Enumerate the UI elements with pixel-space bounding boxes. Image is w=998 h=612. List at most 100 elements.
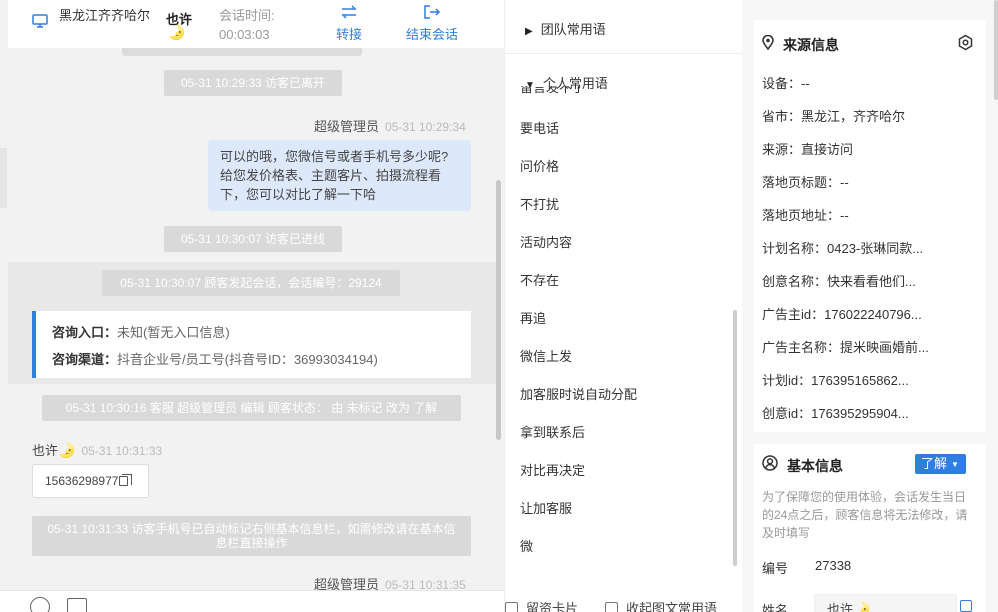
name-label: 姓名 <box>762 603 789 612</box>
source-info-row: 落地页地址：-- <box>762 208 849 223</box>
source-info-row: 省市：黑龙江，齐齐哈尔 <box>762 109 906 124</box>
status-tag-dropdown[interactable]: 了解 ▼ <box>915 454 966 474</box>
phrase-item[interactable]: 加客服时说自动分配 <box>520 384 637 403</box>
message-list[interactable]: 05-31 10:29:33 访客已离开 超级管理员 05-31 10:29:34… <box>8 48 496 590</box>
phone-message[interactable]: 15636298977 <box>32 464 149 498</box>
user-icon <box>762 455 778 474</box>
nickname-emoji: 🌛 <box>168 24 186 40</box>
source-info-title: 来源信息 <box>762 34 839 55</box>
end-session-label: 结束会话 <box>406 27 459 42</box>
source-info-row: 计划名称：0423-张琳同款... <box>762 241 924 256</box>
lead-card-button[interactable]: 留资卡片 <box>505 598 578 612</box>
edit-icon[interactable] <box>960 600 972 612</box>
chat-panel: 黑龙江齐齐哈尔 也许 🌛 会话时间: 00:03:03 转接 结束会话 05-3… <box>0 0 504 612</box>
system-message-left: 05-31 10:29:33 访客已离开 <box>164 70 342 96</box>
agent-sender-2: 超级管理员 05-31 10:31:35 <box>314 574 466 590</box>
end-session-button[interactable]: 结束会话 <box>406 4 458 43</box>
info-scrollbar[interactable] <box>994 0 998 100</box>
consult-info-card: 咨询入口：未知(暂无入口信息) 咨询渠道：抖音企业号/员工号(抖音号ID：369… <box>32 311 471 378</box>
source-info-row: 计划id：176395165862... <box>762 373 909 388</box>
system-message-phone: 05-31 10:31:33 访客手机号已自动标记右侧基本信息栏，如需修改请在基… <box>32 516 471 556</box>
name-emoji: 🌛 <box>853 601 871 612</box>
source-info-row: 设备：-- <box>762 76 810 91</box>
agent-message-bubble: 可以的哦，您微信号或者手机号多少呢?给您发价格表、主题客片、拍摄流程看下，您可以… <box>208 140 471 211</box>
card-icon <box>505 602 518 612</box>
left-edge-strip <box>0 148 7 208</box>
target-icon[interactable] <box>957 34 974 54</box>
chat-toolbar <box>0 590 504 612</box>
system-message-start: 05-31 10:30:07 顾客发起会话，会话编号：29124 <box>102 270 400 296</box>
channel-value: 抖音企业号/员工号(抖音号ID：36993034194) <box>117 352 378 367</box>
system-message-enter: 05-31 10:30:07 访客已进线 <box>164 226 342 252</box>
source-info-title-text: 来源信息 <box>783 37 839 53</box>
copy-icon[interactable] <box>119 474 133 486</box>
phrases-scrollbar[interactable] <box>733 310 737 566</box>
phrase-item[interactable]: 再追 <box>520 308 546 327</box>
agent-timestamp: 05-31 10:29:34 <box>385 120 466 134</box>
transfer-label: 转接 <box>336 27 363 42</box>
chat-scrollbar[interactable] <box>496 180 501 440</box>
visitor-sender: 也许🌛 05-31 10:31:33 <box>32 440 162 459</box>
session-time-label: 会话时间: <box>219 8 275 23</box>
team-phrases-group[interactable]: ▶ 团队常用语 <box>525 19 606 38</box>
chat-header: 黑龙江齐齐哈尔 也许 🌛 会话时间: 00:03:03 转接 结束会话 <box>8 0 504 48</box>
edit-notice: 为了保障您的使用体验，会话发生当日的24点之后，顾客信息将无法修改，请及时填写 <box>762 490 968 540</box>
phrase-item-clipped[interactable]: 留言发不了 <box>520 86 620 96</box>
phrase-item[interactable]: 微 <box>520 536 533 555</box>
entry-label: 咨询入口： <box>52 325 118 340</box>
collapse-phrases-button[interactable]: 收起图文常用语 <box>605 598 717 612</box>
agent-timestamp-2: 05-31 10:31:35 <box>385 578 466 590</box>
phrase-item[interactable]: 拿到联系后 <box>520 422 585 441</box>
collapse-phrases-label: 收起图文常用语 <box>626 601 718 612</box>
phrases-footer: 留资卡片 收起图文常用语 <box>505 594 742 612</box>
name-value: 也许 <box>827 602 854 612</box>
entry-value: 未知(暂无入口信息) <box>117 325 230 340</box>
phrase-item-clipped-label: 留言发不了 <box>520 86 586 95</box>
number-label: 编号 <box>762 561 789 576</box>
phrase-item[interactable]: 不打扰 <box>520 194 559 213</box>
previous-message-tail <box>122 48 362 56</box>
name-field[interactable]: 也许🌛 <box>814 594 957 612</box>
visitor-timestamp: 05-31 10:31:33 <box>81 444 163 458</box>
phrase-item[interactable]: 微信上发 <box>520 346 572 365</box>
transfer-button[interactable]: 转接 <box>336 4 362 43</box>
status-tag-label: 了解 <box>921 456 948 471</box>
basic-info-panel: 基本信息 了解 ▼ 为了保障您的使用体验，会话发生当日的24点之后，顾客信息将无法… <box>754 444 986 612</box>
phrase-item[interactable]: 要电话 <box>520 118 559 137</box>
source-info-row: 落地页标题：-- <box>762 175 849 190</box>
phone-number: 15636298977 <box>45 474 119 488</box>
transfer-icon <box>336 4 362 24</box>
phrase-item[interactable]: 让加客服 <box>520 498 572 517</box>
collapse-icon <box>605 602 618 612</box>
source-info-row: 广告主名称：提米映画婚前... <box>762 340 929 355</box>
visitor-location: 黑龙江齐齐哈尔 <box>59 8 151 23</box>
lead-card-label: 留资卡片 <box>526 601 579 612</box>
basic-info-title: 基本信息 <box>762 455 843 476</box>
image-icon[interactable] <box>67 598 87 612</box>
agent-name: 超级管理员 <box>314 119 380 134</box>
customer-info-panel: 来源信息 设备：-- 省市：黑龙江，齐齐哈尔 来源：直接访问 落地页标题：-- 落地页地… <box>742 0 998 612</box>
visitor-sender-emoji: 🌛 <box>58 442 76 458</box>
channel-label: 咨询渠道： <box>52 352 118 367</box>
number-value: 27338 <box>815 558 852 573</box>
source-info-row: 广告主id：176022240796... <box>762 307 922 322</box>
source-info-row: 创意名称：快来看看他们... <box>762 274 916 289</box>
agent-name-2: 超级管理员 <box>314 577 380 590</box>
group-divider <box>505 53 742 54</box>
location-pin-icon <box>762 34 774 53</box>
system-message-status: 05-31 10:30:16 客服 超级管理员 编辑 顾客状态： 由 未标记 改… <box>42 395 461 421</box>
phrases-panel: ▶ 团队常用语 ▼ 个人常用语 留言发不了 要电话 问价格 不打扰 活动内容 不存在 再追 微信… <box>504 0 742 612</box>
visitor-sender-name: 也许 <box>32 443 59 458</box>
basic-info-title-text: 基本信息 <box>787 458 843 474</box>
session-time-value: 00:03:03 <box>219 27 270 42</box>
phrase-item[interactable]: 对比再决定 <box>520 460 585 479</box>
source-info-row: 来源：直接访问 <box>762 142 854 157</box>
exit-icon <box>406 4 458 24</box>
source-info-panel: 来源信息 设备：-- 省市：黑龙江，齐齐哈尔 来源：直接访问 落地页标题：-- 落地页地… <box>754 20 986 432</box>
phrase-item[interactable]: 活动内容 <box>520 232 572 251</box>
team-phrases-label: 团队常用语 <box>540 22 606 37</box>
phrase-item[interactable]: 问价格 <box>520 156 559 175</box>
caret-down-icon: ▼ <box>951 460 959 469</box>
phrase-item[interactable]: 不存在 <box>520 270 559 289</box>
emoji-icon[interactable] <box>30 597 50 612</box>
